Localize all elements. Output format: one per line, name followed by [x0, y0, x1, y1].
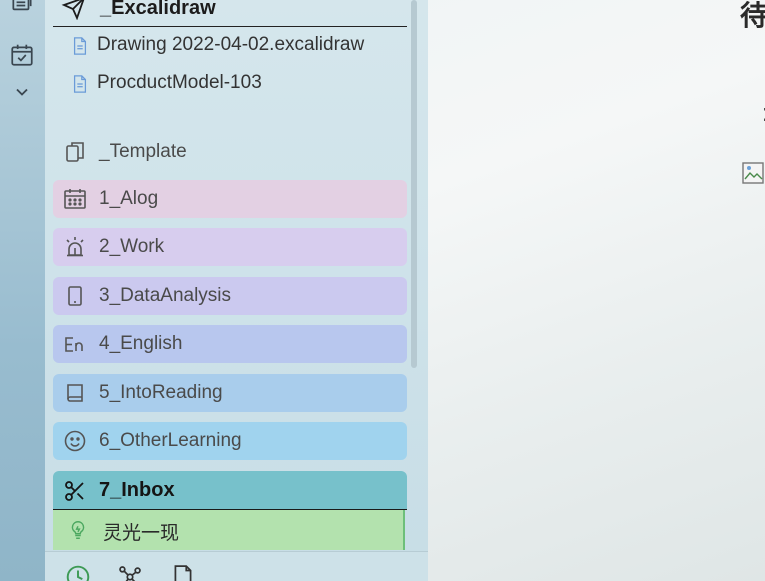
calendar-icon	[64, 189, 86, 209]
calendar-check-icon[interactable]	[9, 42, 35, 68]
clock-icon[interactable]	[65, 564, 91, 581]
sidebar-item-label: 1_Alog	[99, 188, 159, 209]
sidebar-scrollbar[interactable]	[411, 0, 417, 368]
language-en-icon	[65, 337, 83, 352]
sidebar-item-english[interactable]: 4_English	[53, 325, 407, 363]
graph-icon[interactable]	[117, 564, 143, 581]
file-item-drawing[interactable]: Drawing 2022-04-02.excalidraw	[70, 31, 400, 61]
tablet-icon	[68, 286, 82, 306]
sidebar-item-dataanalysis[interactable]: 3_DataAnalysis	[53, 277, 407, 315]
sidebar-item-label: 6_OtherLearning	[99, 430, 242, 451]
sidebar-item-inbox[interactable]: 7_Inbox	[53, 471, 407, 510]
paper-plane-icon	[61, 0, 85, 20]
sidebar-item-label: 3_DataAnalysis	[99, 285, 232, 306]
sidebar-item-alog[interactable]: 1_Alog	[53, 180, 407, 218]
sidebar-item-work[interactable]: 2_Work	[53, 228, 407, 266]
sidebar-item-label: 4_English	[99, 333, 183, 354]
smile-icon	[64, 430, 86, 452]
sidebar-item-label: _Template	[99, 141, 187, 162]
left-ribbon	[0, 0, 45, 581]
broken-image-icon	[742, 162, 764, 184]
alarm-icon	[66, 237, 84, 257]
sidebar-item-inspiration[interactable]: 灵光一现	[53, 510, 405, 550]
file-icon	[73, 75, 87, 93]
file-icon	[73, 37, 87, 55]
scissors-icon	[65, 481, 84, 501]
file-label: ProcductModel-103	[97, 72, 262, 93]
sidebar-item-template[interactable]: _Template	[53, 133, 407, 171]
sidebar-item-label: 5_IntoReading	[99, 382, 223, 403]
folder-label: _Excalidraw	[100, 0, 216, 19]
chevron-down-icon[interactable]	[12, 82, 32, 102]
sidebar-item-intoreading[interactable]: 5_IntoReading	[53, 374, 407, 412]
lightbulb-icon	[71, 521, 85, 539]
main-content: 待 :	[428, 0, 765, 581]
sidebar-item-label: 2_Work	[99, 236, 165, 257]
note-title-fragment: 待	[740, 0, 765, 31]
book-icon	[67, 384, 83, 402]
sidebar-item-label: 7_Inbox	[99, 479, 175, 501]
file-item-procductmodel[interactable]: ProcductModel-103	[70, 69, 400, 99]
sidebar-item-otherlearning[interactable]: 6_OtherLearning	[53, 422, 407, 460]
copy-icon	[66, 142, 84, 162]
sidebar-item-label: 灵光一现	[103, 523, 180, 544]
sidebar-bottom-bar	[45, 551, 428, 581]
stack-icon[interactable]	[9, 0, 35, 18]
file-label: Drawing 2022-04-02.excalidraw	[97, 34, 365, 55]
folder-excalidraw[interactable]: _Excalidraw	[53, 0, 407, 27]
document-icon[interactable]	[170, 564, 196, 581]
